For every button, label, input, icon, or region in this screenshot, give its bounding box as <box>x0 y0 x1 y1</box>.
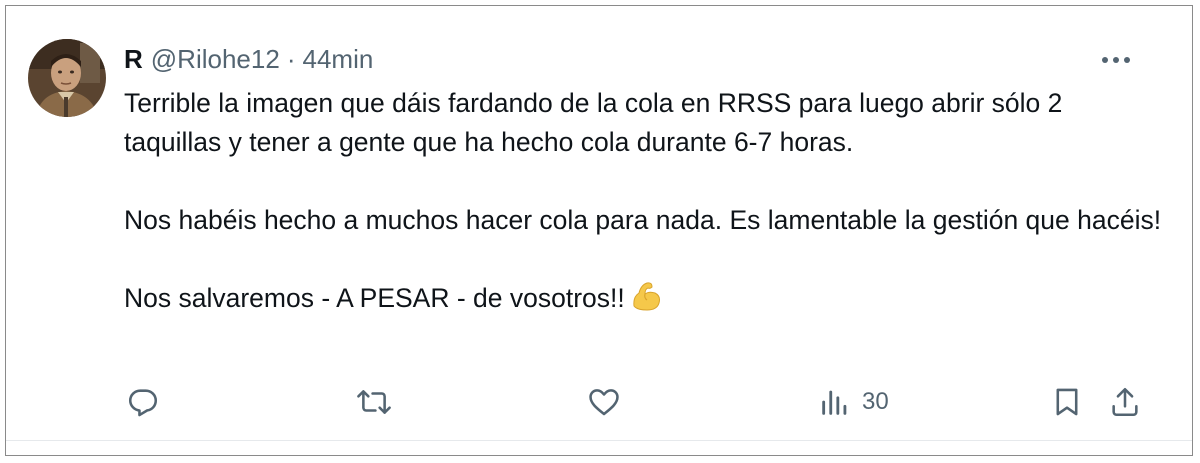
views-count: 30 <box>862 388 889 415</box>
tweet-text: Terrible la imagen que dáis fardando de … <box>124 84 1164 324</box>
heart-icon <box>589 389 619 416</box>
views-icon <box>822 390 847 415</box>
tweet-time[interactable]: 44min <box>302 44 373 75</box>
tweet-header: R @Rilohe12 · 44min <box>124 41 373 77</box>
retweet-icon <box>357 390 391 414</box>
reply-button[interactable] <box>126 382 160 422</box>
share-button[interactable] <box>1108 382 1142 422</box>
like-button[interactable] <box>586 382 622 422</box>
profile-photo <box>28 39 106 117</box>
header-separator: · <box>286 43 296 74</box>
share-icon <box>1112 387 1138 417</box>
more-dots-icon <box>1102 57 1130 63</box>
divider <box>6 440 1192 441</box>
tweet-paragraph-3: Nos salvaremos - A PESAR - de vosotros!! <box>124 283 625 313</box>
tweet-paragraph-1: Terrible la imagen que dáis fardando de … <box>124 88 1063 157</box>
avatar[interactable] <box>28 39 106 117</box>
views-button[interactable]: 30 <box>818 382 889 422</box>
retweet-button[interactable] <box>356 382 392 422</box>
tweet-paragraph-2: Nos habéis hecho a muchos hacer cola par… <box>124 205 1162 235</box>
bookmark-icon <box>1056 388 1078 416</box>
author-name[interactable]: R <box>124 44 143 75</box>
bookmark-button[interactable] <box>1050 382 1084 422</box>
author-handle[interactable]: @Rilohe12 <box>151 44 280 75</box>
action-bar: 30 <box>124 382 1154 422</box>
reply-icon <box>128 389 158 417</box>
more-options-button[interactable] <box>1098 46 1134 74</box>
tweet-card: R @Rilohe12 · 44min Terrible la imagen q… <box>5 5 1193 456</box>
flexed-biceps-emoji <box>629 279 663 324</box>
